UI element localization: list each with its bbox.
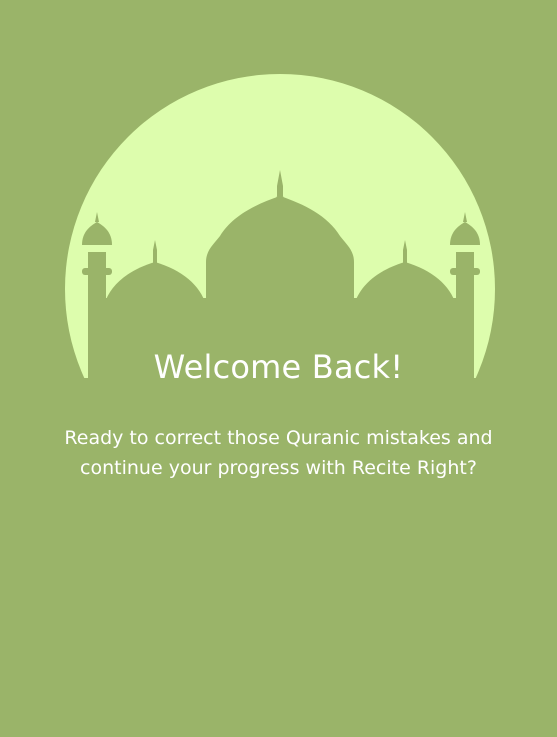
welcome-title: Welcome Back! bbox=[153, 348, 404, 386]
welcome-message: Ready to correct those Quranic mistakes … bbox=[64, 427, 493, 479]
